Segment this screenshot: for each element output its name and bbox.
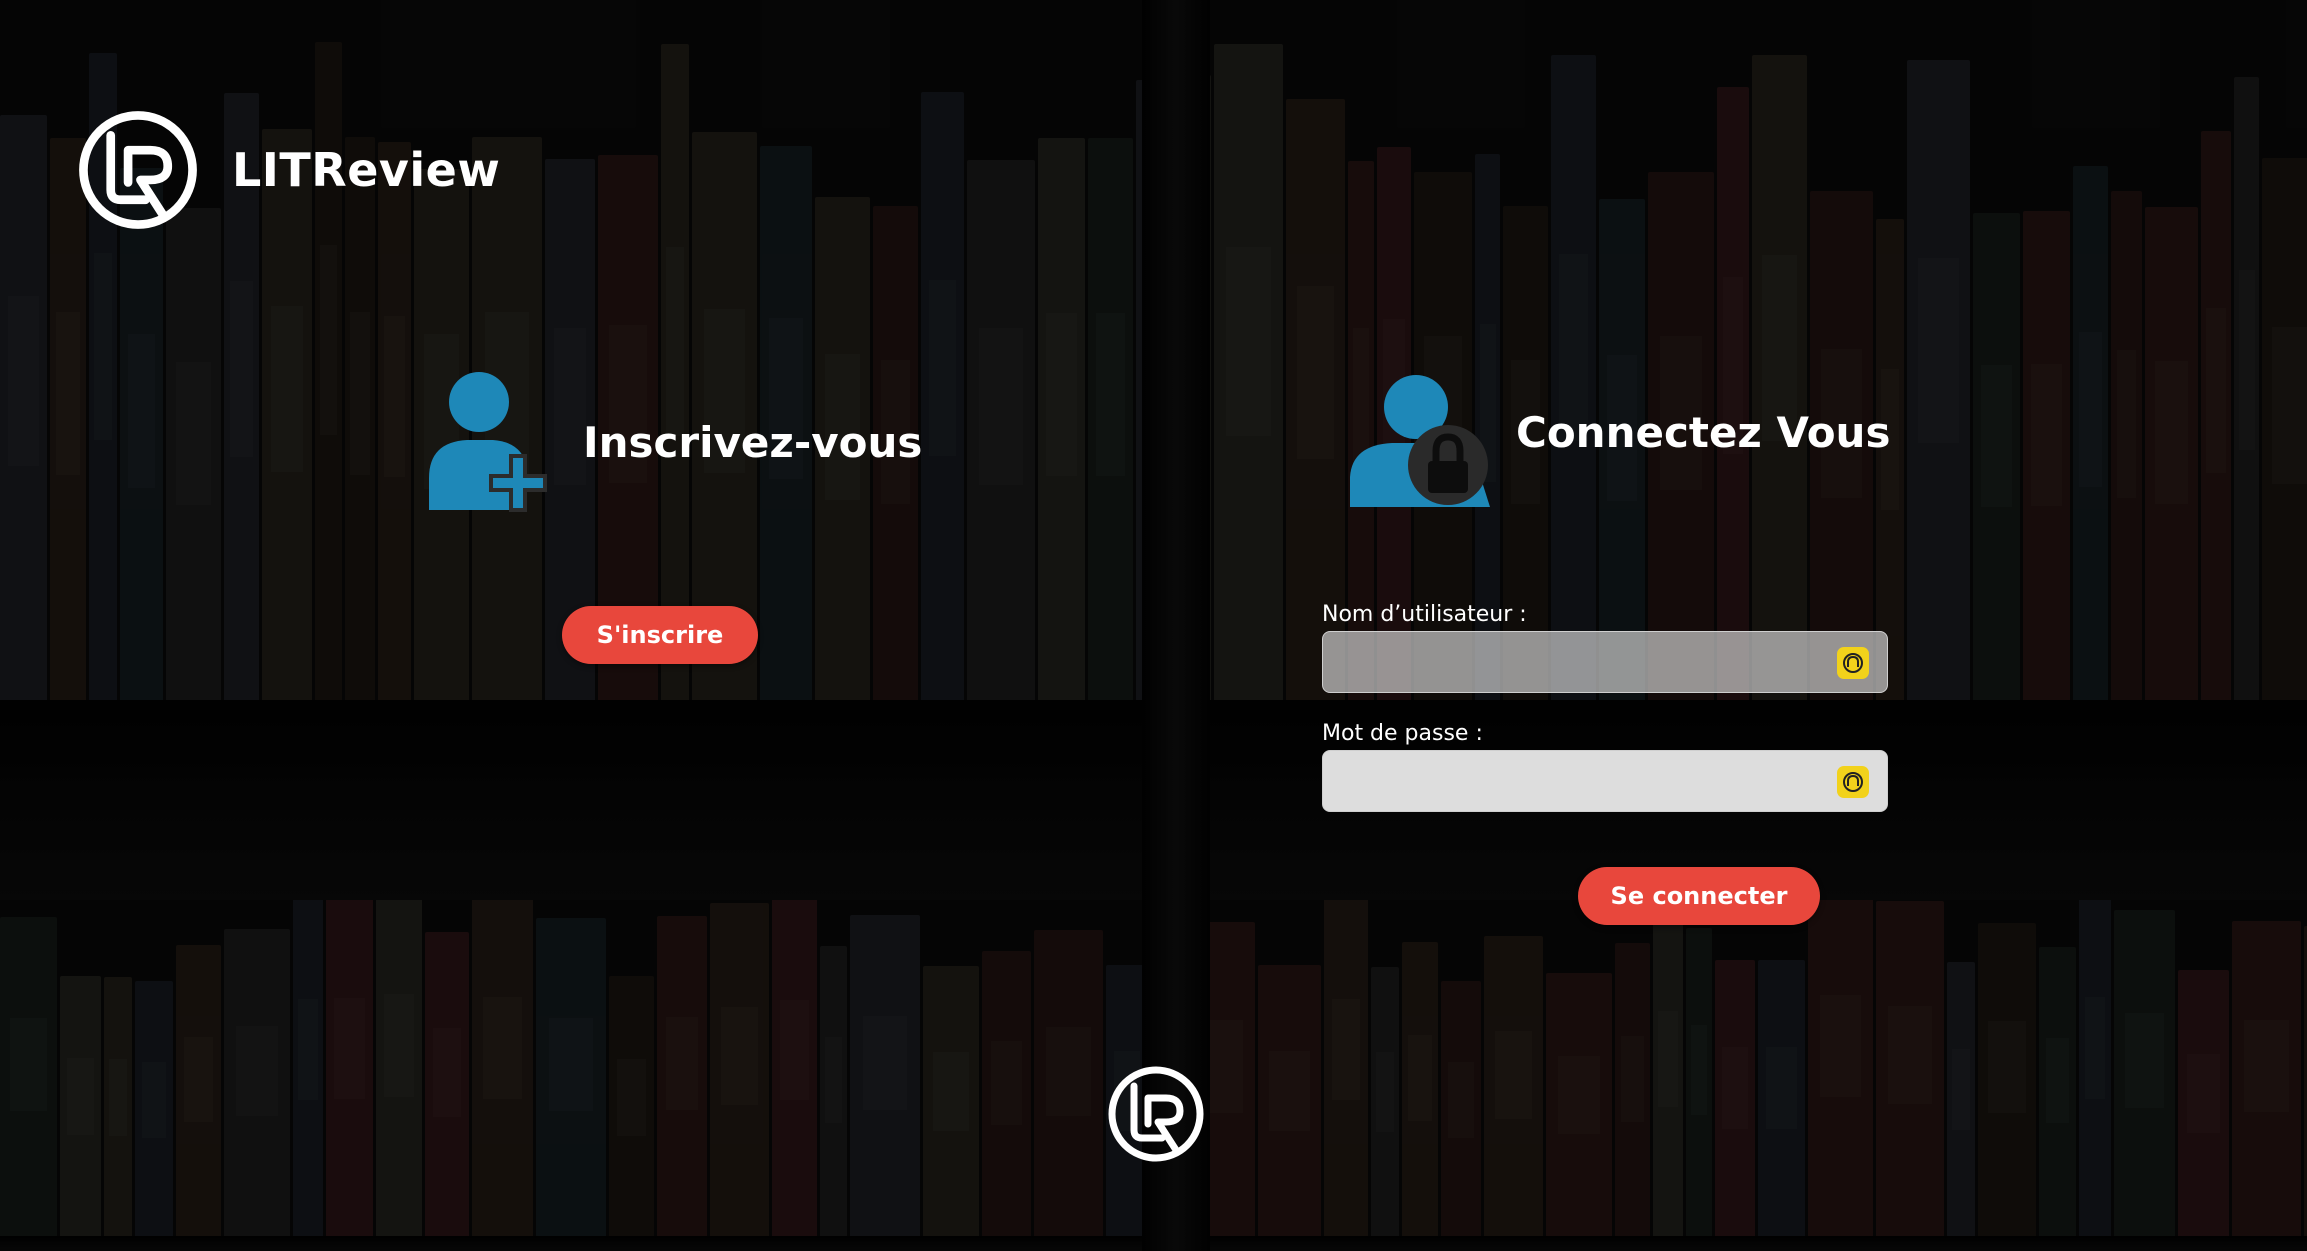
header-brand: LITReview bbox=[76, 108, 500, 232]
login-title: Connectez Vous bbox=[1516, 408, 1891, 457]
password-manager-glyph-icon bbox=[1843, 772, 1863, 792]
login-page: LITReview Inscrivez-vous S'inscrire Conn… bbox=[0, 0, 2307, 1251]
password-manager-glyph-icon bbox=[1843, 653, 1863, 673]
username-input[interactable] bbox=[1323, 632, 1887, 692]
username-label: Nom d’utilisateur : bbox=[1322, 602, 1527, 627]
password-input[interactable] bbox=[1323, 751, 1887, 811]
password-manager-icon[interactable] bbox=[1837, 766, 1869, 798]
app-name: LITReview bbox=[232, 143, 501, 197]
user-lock-icon bbox=[1350, 375, 1490, 507]
add-user-icon bbox=[429, 372, 547, 512]
signup-button[interactable]: S'inscrire bbox=[562, 606, 758, 664]
signup-title: Inscrivez-vous bbox=[583, 418, 923, 467]
litreview-logo-icon bbox=[79, 111, 197, 229]
login-button[interactable]: Se connecter bbox=[1578, 867, 1820, 925]
password-label: Mot de passe : bbox=[1322, 721, 1483, 746]
password-field[interactable] bbox=[1322, 750, 1888, 812]
username-field[interactable] bbox=[1322, 631, 1888, 693]
password-manager-icon[interactable] bbox=[1837, 647, 1869, 679]
litreview-logo-icon bbox=[1108, 1066, 1204, 1162]
